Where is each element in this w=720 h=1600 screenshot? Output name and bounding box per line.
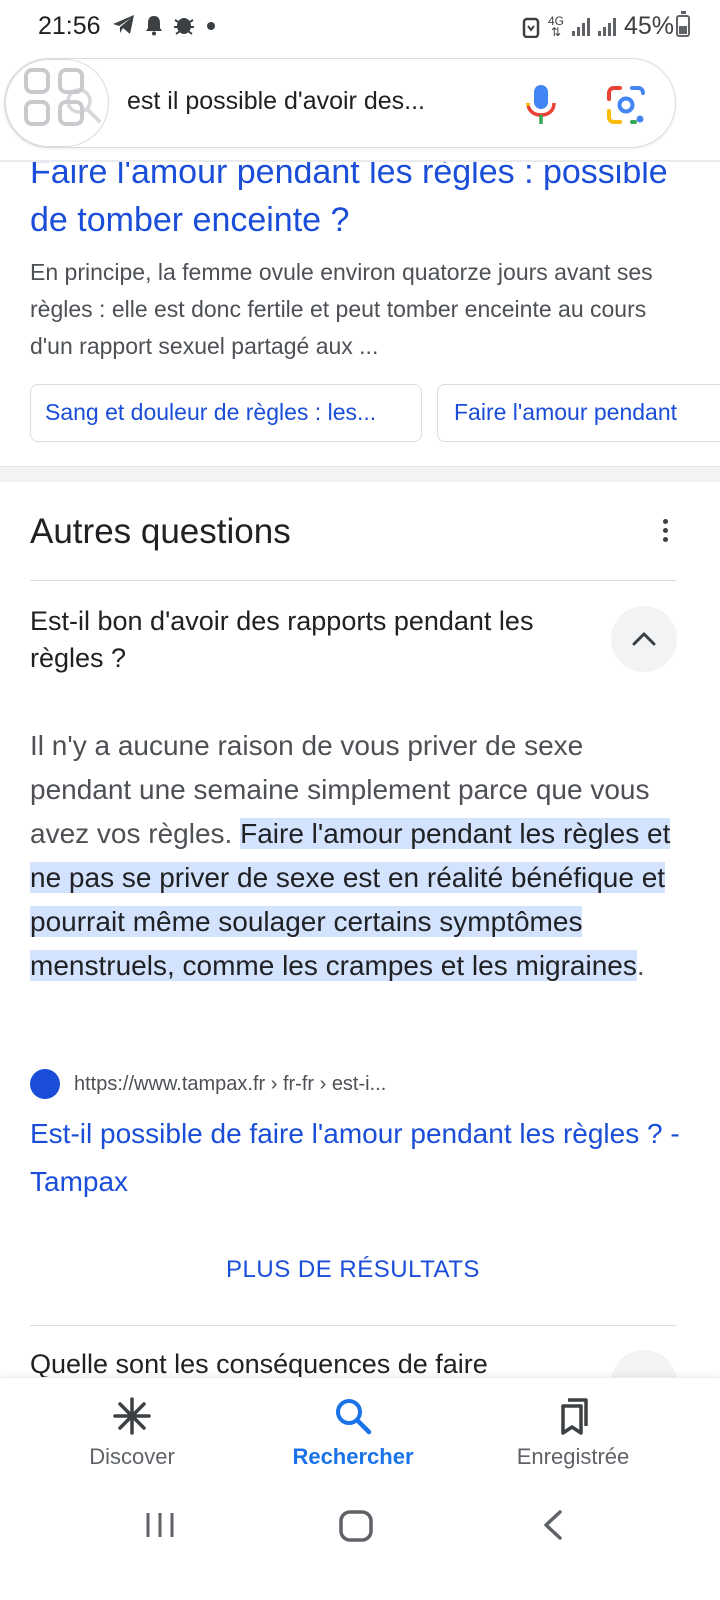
- nav-search[interactable]: Rechercher: [253, 1396, 453, 1470]
- source-row[interactable]: https://www.tampax.fr › fr-fr › est-i...: [30, 1069, 386, 1099]
- sitelink-chip-2[interactable]: Faire l'amour pendant: [437, 384, 720, 442]
- mic-icon[interactable]: [521, 83, 561, 127]
- network-type: 4G ⇅: [547, 13, 564, 39]
- source-title-link[interactable]: Est-il possible de faire l'amour pendant…: [30, 1110, 690, 1206]
- battery-percent: 45%: [623, 12, 674, 40]
- search-bar[interactable]: est il possible d'avoir des...: [4, 58, 676, 148]
- source-url[interactable]: https://www.tampax.fr › fr-fr › est-i...: [74, 1073, 386, 1096]
- more-results-button[interactable]: PLUS DE RÉSULTATS: [0, 1256, 706, 1284]
- saved-bookmarks-icon: [561, 1398, 588, 1435]
- chevron-up-icon: [632, 632, 656, 646]
- nav-saved-label: Enregistrée: [516, 1444, 630, 1469]
- signal-icon-2: [597, 17, 616, 36]
- telegram-icon: [113, 15, 134, 34]
- sitelink-chip-1[interactable]: Sang et douleur de règles : les...: [30, 384, 422, 442]
- collapse-button[interactable]: [611, 606, 677, 672]
- status-right-icons: 4G ⇅ 45%: [522, 12, 674, 41]
- back-icon[interactable]: [540, 1509, 566, 1541]
- related-questions-title: Autres questions: [30, 512, 291, 551]
- result-snippet: En principe, la femme ovule environ quat…: [30, 259, 653, 359]
- answer-end: .: [636, 950, 645, 981]
- site-favicon-icon: [30, 1069, 60, 1099]
- more-options-icon[interactable]: [658, 516, 672, 548]
- system-nav-bar: [0, 1489, 720, 1600]
- status-time: 21:56: [38, 12, 101, 40]
- nav-discover-label: Discover: [89, 1444, 175, 1469]
- google-lens-icon[interactable]: [605, 85, 647, 125]
- expand-button[interactable]: [611, 1350, 677, 1378]
- dot-icon: [207, 22, 215, 30]
- bug-icon: [174, 18, 194, 35]
- divider: [30, 580, 676, 581]
- battery-saver-icon: [522, 17, 540, 38]
- discover-asterisk-icon: [113, 1397, 151, 1435]
- header-divider: [0, 160, 720, 162]
- question-2[interactable]: Quelle sont les conséquences de faire: [30, 1346, 590, 1378]
- section-separator: [0, 466, 720, 482]
- divider: [30, 1325, 676, 1326]
- status-bar: 21:56 4G ⇅ 45%: [0, 0, 720, 52]
- result-title-link[interactable]: Faire l'amour pendant les règles : possi…: [30, 162, 690, 244]
- nav-search-label: Rechercher: [292, 1444, 414, 1469]
- bottom-nav: Discover Rechercher Enregistrée: [0, 1377, 720, 1489]
- apps-grid-icon[interactable]: [5, 59, 109, 147]
- question-1[interactable]: Est-il bon d'avoir des rapports pendant …: [30, 603, 590, 677]
- answer-text: Il n'y a aucune raison de vous priver de…: [30, 724, 690, 988]
- notification-icons: [112, 14, 218, 36]
- search-icon: [336, 1399, 372, 1435]
- home-icon[interactable]: [338, 1509, 374, 1543]
- search-input[interactable]: est il possible d'avoir des...: [127, 87, 425, 116]
- battery-icon: [676, 11, 690, 37]
- signal-icon: [571, 17, 590, 36]
- notification-bell-icon: [146, 16, 162, 36]
- nav-discover[interactable]: Discover: [32, 1396, 232, 1470]
- recent-apps-icon[interactable]: [144, 1509, 176, 1541]
- nav-saved[interactable]: Enregistrée: [473, 1396, 673, 1470]
